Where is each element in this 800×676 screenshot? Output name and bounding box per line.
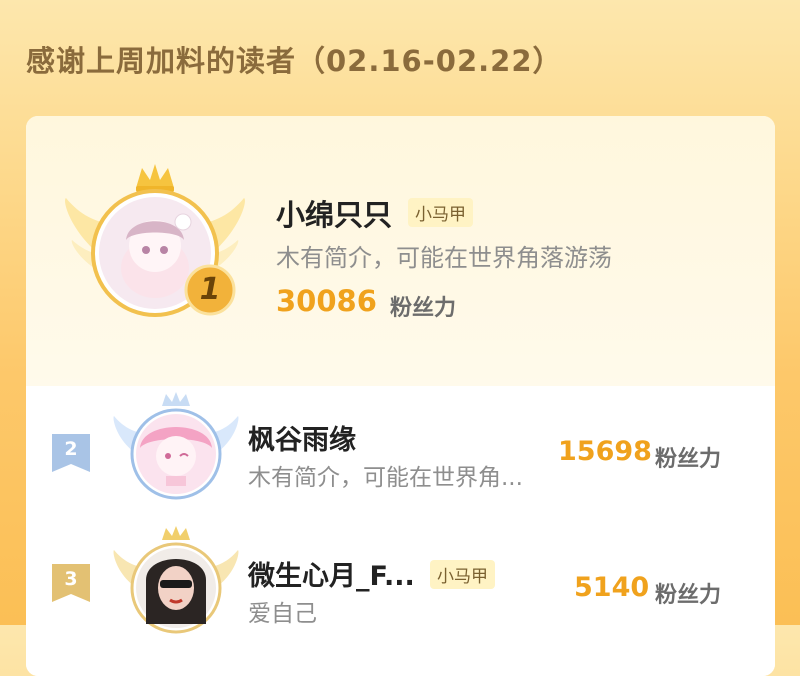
rank-3-number: 3 <box>64 568 78 590</box>
rank-2-description: 木有简介，可能在世界角... <box>248 465 523 491</box>
page-title: 感谢上周加料的读者（02.16-02.22） <box>26 44 563 78</box>
rank-1-name[interactable]: 小绵只只 <box>276 192 392 234</box>
rank-1-badge: 小马甲 <box>408 198 473 227</box>
winged-frame-icon <box>113 392 239 500</box>
rank-3-badge: 小马甲 <box>430 560 495 589</box>
rank-1-unit: 粉丝力 <box>390 296 457 321</box>
rank-3-unit: 粉丝力 <box>655 583 722 608</box>
rank-2-flag: 2 <box>52 434 90 472</box>
reader-ranking-card: 1 小绵只只 小马甲 木有简介，可能在世界角落游荡 30086 粉丝力 2 枫谷… <box>26 116 775 676</box>
rank-1-number: 1 <box>199 272 221 307</box>
rank-2-number: 2 <box>64 438 78 460</box>
rank-3-flag: 3 <box>52 564 90 602</box>
rank-2-unit: 粉丝力 <box>655 447 722 472</box>
rank-1-description: 木有简介，可能在世界角落游荡 <box>276 244 612 272</box>
winged-frame-icon <box>113 526 239 634</box>
rank-3-score: 5140 <box>574 572 650 603</box>
rank-2-score: 15698 <box>558 436 652 467</box>
rank-3-description: 爱自己 <box>248 601 317 627</box>
rank-2-name[interactable]: 枫谷雨缘 <box>248 418 356 457</box>
rank-2-avatar-frame[interactable] <box>110 390 242 502</box>
rank-1-avatar-frame[interactable]: 1 <box>60 160 250 330</box>
rank-1-score: 30086 <box>276 284 377 318</box>
rank-3-avatar-frame[interactable] <box>110 524 242 636</box>
rank-3-name[interactable]: 微生心月_F... <box>248 554 415 593</box>
